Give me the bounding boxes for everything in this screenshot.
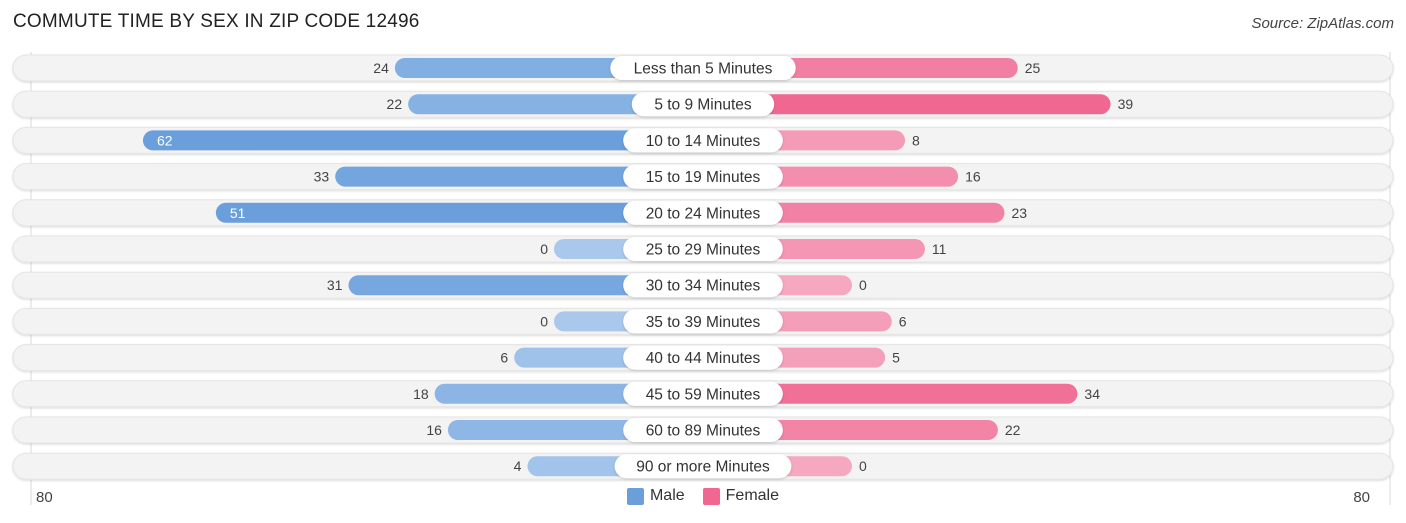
female-swatch [702, 487, 720, 505]
male-value-label: 16 [426, 422, 442, 438]
legend-label-male: Male [649, 487, 685, 504]
male-value-label: 33 [314, 169, 330, 185]
legend: Male Female [0, 487, 1406, 505]
male-value-label: 18 [413, 386, 429, 402]
bar-row: 16 22 60 to 89 Minutes [12, 416, 1394, 444]
category-label: 30 to 34 Minutes [646, 278, 761, 295]
female-value-label: 0 [859, 277, 867, 293]
male-bar[interactable] [142, 130, 703, 151]
female-value-label: 22 [1005, 422, 1021, 438]
bar-row: 6 5 40 to 44 Minutes [12, 344, 1394, 372]
bar-row: 51 23 20 to 24 Minutes [12, 199, 1394, 227]
female-value-label: 5 [892, 350, 900, 366]
male-value-label: 31 [327, 277, 343, 293]
bar-row: 31 0 30 to 34 Minutes [12, 271, 1394, 299]
legend-item-male[interactable]: Male [626, 487, 685, 505]
bar-row: 4 0 90 or more Minutes [12, 452, 1394, 480]
male-value-label: 62 [157, 132, 173, 148]
male-swatch [626, 487, 644, 505]
category-label: 20 to 24 Minutes [646, 205, 761, 222]
category-label: 35 to 39 Minutes [646, 314, 761, 331]
male-value-label: 6 [500, 350, 508, 366]
bar-row: 22 39 5 to 9 Minutes [12, 90, 1394, 118]
bar-row: 62 8 10 to 14 Minutes [12, 126, 1394, 154]
female-value-label: 6 [899, 313, 907, 329]
male-value-label: 0 [540, 241, 548, 257]
chart-area: 24 25 Less than 5 Minutes 22 39 5 to 9 Minute… [12, 52, 1394, 505]
category-label: 5 to 9 Minutes [654, 97, 752, 114]
legend-item-female[interactable]: Female [702, 487, 780, 505]
category-label: 40 to 44 Minutes [646, 350, 761, 367]
male-value-label: 0 [540, 313, 548, 329]
category-label: Less than 5 Minutes [634, 61, 773, 78]
male-value-label: 51 [230, 205, 246, 221]
female-value-label: 25 [1025, 60, 1041, 76]
category-label: 25 to 29 Minutes [646, 242, 761, 259]
category-label: 15 to 19 Minutes [646, 169, 761, 186]
category-label: 60 to 89 Minutes [646, 423, 761, 440]
female-value-label: 23 [1011, 205, 1027, 221]
female-value-label: 34 [1084, 386, 1100, 402]
legend-label-female: Female [725, 487, 780, 504]
female-value-label: 0 [859, 458, 867, 474]
category-label: 10 to 14 Minutes [646, 133, 761, 150]
male-value-label: 22 [387, 96, 403, 112]
female-value-label: 39 [1118, 96, 1134, 112]
male-value-label: 4 [514, 458, 522, 474]
female-value-label: 11 [932, 241, 947, 257]
female-value-label: 8 [912, 132, 920, 148]
bar-row: 0 11 25 to 29 Minutes [12, 235, 1394, 263]
female-value-label: 16 [965, 169, 981, 185]
bar-row: 24 25 Less than 5 Minutes [12, 54, 1394, 82]
bar-row: 0 6 35 to 39 Minutes [12, 307, 1394, 335]
category-label: 45 to 59 Minutes [646, 386, 761, 403]
male-value-label: 24 [373, 60, 389, 76]
bar-row: 33 16 15 to 19 Minutes [12, 163, 1394, 191]
category-label: 90 or more Minutes [636, 459, 770, 476]
bar-row: 18 34 45 to 59 Minutes [12, 380, 1394, 408]
